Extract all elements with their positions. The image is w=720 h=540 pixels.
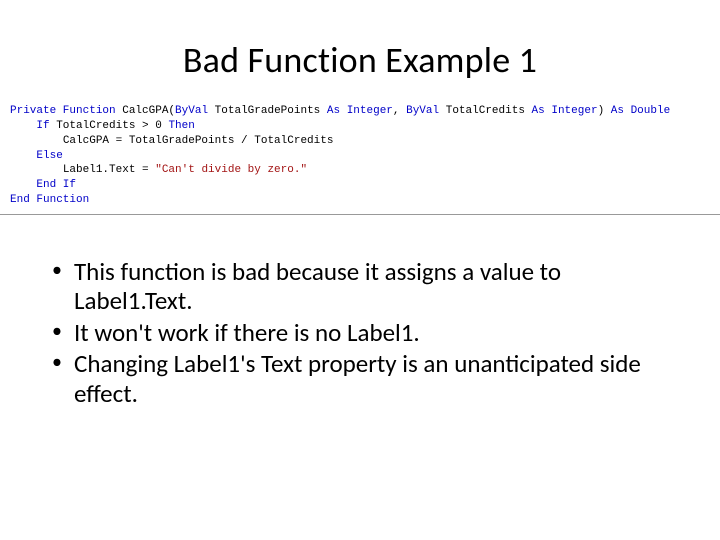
- code-line-1: Private Function CalcGPA(ByVal TotalGrad…: [10, 104, 710, 119]
- code-line-7: End Function: [10, 193, 710, 208]
- bullet-icon: •: [52, 320, 62, 344]
- code-line-6: End If: [10, 178, 710, 193]
- bullet-list: • This function is bad because it assign…: [52, 257, 676, 409]
- code-line-3: CalcGPA = TotalGradePoints / TotalCredit…: [10, 134, 710, 149]
- slide: Bad Function Example 1 Private Function …: [0, 38, 720, 540]
- code-line-4: Else: [10, 149, 710, 164]
- code-line-5: Label1.Text = "Can't divide by zero.": [10, 163, 710, 178]
- bullet-text: This function is bad because it assigns …: [74, 256, 561, 317]
- code-block: Private Function CalcGPA(ByVal TotalGrad…: [0, 104, 720, 215]
- slide-title: Bad Function Example 1: [0, 38, 720, 82]
- code-line-2: If TotalCredits > 0 Then: [10, 119, 710, 134]
- bullet-item: • It won't work if there is no Label1.: [52, 318, 676, 348]
- bullet-text: Changing Label1's Text property is an un…: [74, 348, 641, 409]
- bullet-item: • Changing Label1's Text property is an …: [52, 349, 676, 408]
- bullet-icon: •: [52, 259, 62, 283]
- bullet-item: • This function is bad because it assign…: [52, 257, 676, 316]
- bullet-text: It won't work if there is no Label1.: [74, 317, 420, 348]
- bullet-icon: •: [52, 351, 62, 375]
